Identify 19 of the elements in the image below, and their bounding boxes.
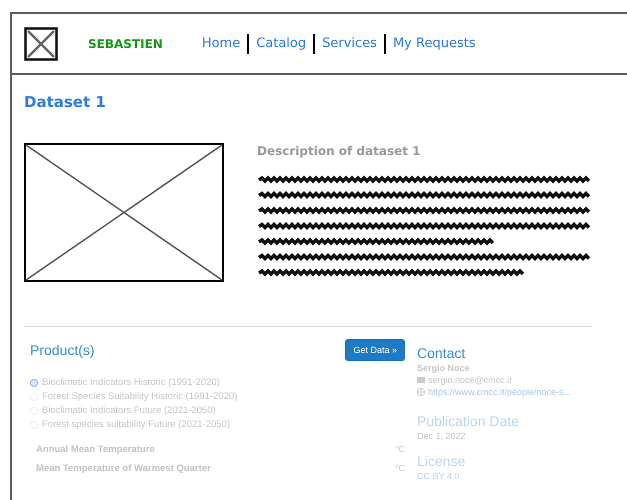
nav-link[interactable]: Services bbox=[315, 36, 384, 51]
get-data-button[interactable]: Get Data » bbox=[345, 339, 405, 361]
license-title: License bbox=[417, 453, 466, 469]
variable-name: Annual Mean Temperature bbox=[36, 444, 155, 455]
nav-link[interactable]: Catalog bbox=[249, 36, 314, 51]
variable-name: Mean Temperature of Warmest Quarter bbox=[36, 463, 211, 474]
logo-placeholder-icon bbox=[24, 26, 58, 60]
contact-title: Contact bbox=[417, 345, 466, 361]
brand-name: SEBASTIEN bbox=[88, 36, 163, 50]
envelope-icon bbox=[417, 377, 425, 383]
description-title: Description of dataset 1 bbox=[257, 144, 422, 158]
nav-link[interactable]: My Requests bbox=[386, 36, 483, 51]
nav-link[interactable]: Home bbox=[194, 36, 248, 51]
publication-title: Publication Date bbox=[417, 413, 520, 429]
radio-button[interactable] bbox=[30, 378, 38, 386]
page-title: Dataset 1 bbox=[24, 93, 107, 111]
license-value: CC BY 4.0 bbox=[417, 471, 460, 481]
products-title: Product(s) bbox=[30, 342, 95, 358]
globe-icon bbox=[417, 388, 425, 396]
